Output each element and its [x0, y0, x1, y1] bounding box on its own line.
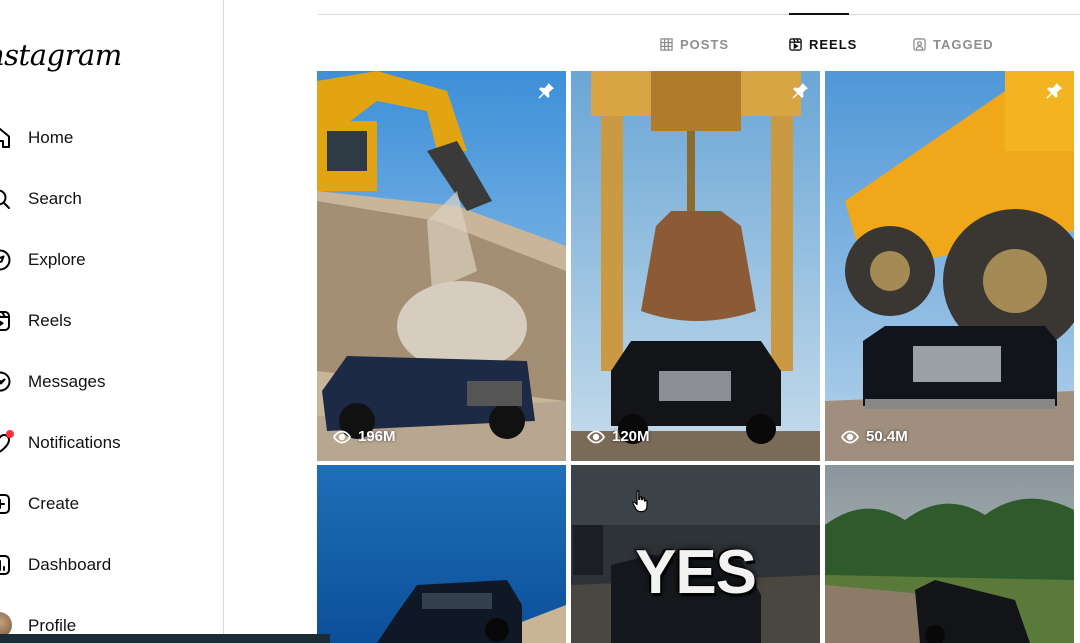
reel-tile[interactable]: YES — [571, 465, 820, 643]
view-count: 120M — [587, 428, 650, 445]
reel-tile[interactable]: 120M — [571, 71, 820, 461]
reel-thumbnail — [571, 71, 820, 461]
eye-icon — [587, 430, 605, 443]
sidebar-item-label: Profile — [28, 616, 77, 635]
pin-icon — [790, 81, 810, 101]
sidebar-item-label: Create — [28, 494, 80, 513]
sidebar-item-explore[interactable]: Explore — [0, 236, 224, 284]
view-count: 196M — [333, 428, 396, 445]
tab-label: REELS — [809, 36, 858, 52]
reel-tile[interactable]: 50.4M — [825, 71, 1074, 461]
sidebar-item-label: Explore — [28, 250, 86, 269]
reels-icon — [0, 309, 12, 333]
sidebar-item-create[interactable]: Create — [0, 480, 224, 528]
sidebar-item-label: Search — [28, 189, 82, 208]
reel-tile[interactable] — [317, 465, 566, 643]
reel-thumbnail — [317, 71, 566, 461]
sidebar-item-search[interactable]: Search — [0, 175, 224, 223]
search-icon — [0, 187, 12, 211]
view-count-label: 120M — [612, 428, 650, 445]
tagged-icon — [913, 37, 926, 51]
pin-icon — [1044, 81, 1064, 101]
compass-icon — [0, 248, 12, 272]
sidebar-item-label: Notifications — [28, 433, 121, 452]
taskbar-strip — [0, 634, 330, 643]
reel-thumbnail — [825, 71, 1074, 461]
tab-label: POSTS — [680, 36, 730, 52]
dashboard-icon — [0, 553, 12, 577]
sidebar-item-messages[interactable]: Messages — [0, 358, 224, 406]
view-count-label: 196M — [358, 428, 396, 445]
sidebar-item-reels[interactable]: Reels — [0, 297, 224, 345]
reel-thumbnail — [317, 465, 566, 643]
tab-label: TAGGED — [933, 36, 994, 52]
reel-overlay-text: YES — [634, 538, 757, 607]
grid-icon — [660, 37, 673, 51]
reel-tile[interactable]: 196M — [317, 71, 566, 461]
instagram-logo[interactable]: nstagram — [0, 38, 122, 72]
sidebar-item-label: Reels — [28, 311, 72, 330]
plus-square-icon — [0, 492, 12, 516]
profile-divider — [318, 14, 1080, 15]
home-icon — [0, 126, 12, 150]
pin-icon — [536, 81, 556, 101]
view-count-label: 50.4M — [866, 428, 908, 445]
notification-dot — [6, 430, 14, 438]
view-count: 50.4M — [841, 428, 908, 445]
eye-icon — [841, 430, 859, 443]
tab-tagged[interactable]: TAGGED — [913, 30, 994, 58]
hand-cursor-icon — [631, 489, 649, 513]
active-tab-indicator — [789, 13, 849, 15]
reel-tile[interactable] — [825, 465, 1074, 643]
sidebar-item-dashboard[interactable]: Dashboard — [0, 541, 224, 589]
tab-reels[interactable]: REELS — [789, 30, 857, 58]
sidebar-item-notifications[interactable]: Notifications — [0, 419, 224, 467]
sidebar-item-home[interactable]: Home — [0, 114, 224, 162]
sidebar: nstagram Home Search Explore Reels Messa… — [0, 0, 224, 643]
tab-posts[interactable]: POSTS — [660, 30, 729, 58]
eye-icon — [333, 430, 351, 443]
sidebar-item-label: Dashboard — [28, 555, 112, 574]
reels-icon — [789, 37, 802, 51]
sidebar-item-label: Messages — [28, 372, 106, 391]
sidebar-item-label: Home — [28, 128, 74, 147]
reel-thumbnail — [825, 465, 1074, 643]
messenger-icon — [0, 370, 12, 394]
